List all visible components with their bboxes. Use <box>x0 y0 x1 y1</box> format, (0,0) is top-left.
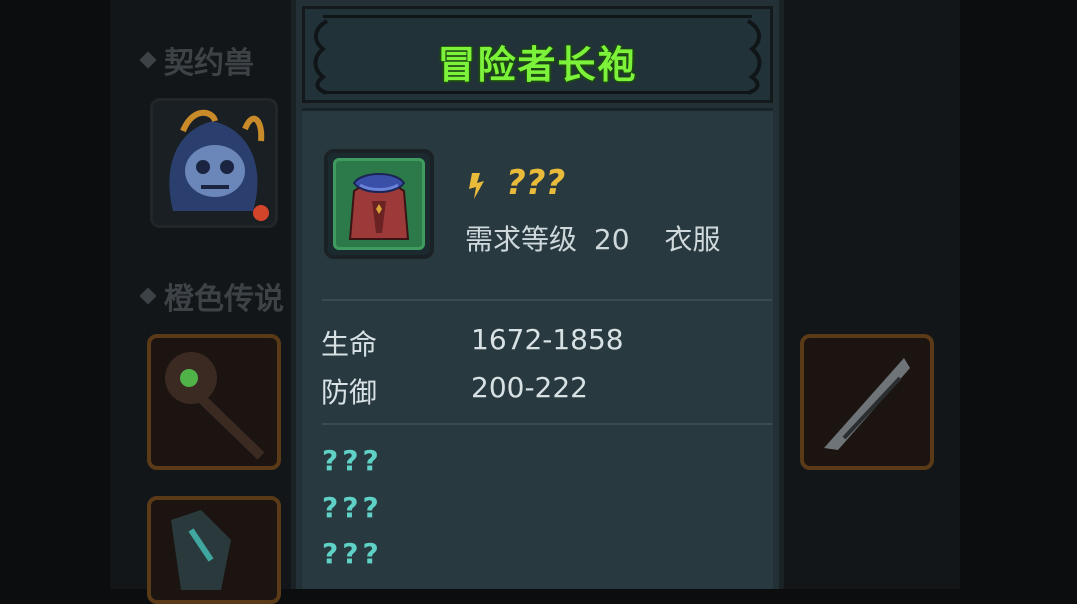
item-icon-background <box>333 158 425 250</box>
item-quality-text: ??? <box>506 163 566 203</box>
requirement-line: 需求等级 20 衣服 <box>465 218 720 258</box>
stat-name: 生命 <box>321 328 378 361</box>
section-header-label: 契约兽 <box>164 46 254 81</box>
section-header-contract-beast: 契约兽 <box>139 38 254 82</box>
item-tooltip-popup: 冒险者长袍 ??? 需求等级 20 衣服 生命 1672-1858 防御 200… <box>291 0 784 589</box>
staff-weapon-icon <box>165 352 265 460</box>
legendary-item-slot-blade[interactable] <box>800 334 934 470</box>
required-level-value: 20 <box>593 223 630 256</box>
stat-row: 防御 200-222 <box>321 371 588 411</box>
legendary-item-slot-staff[interactable] <box>147 334 281 470</box>
section-header-label: 橙色传说 <box>164 282 284 317</box>
item-name-title: 冒险者长袍 <box>437 43 638 87</box>
divider-line <box>322 423 772 425</box>
stat-name: 防御 <box>321 376 378 409</box>
section-header-legendary: 橙色传说 <box>139 274 284 318</box>
stat-value: 200-222 <box>471 371 588 404</box>
unknown-affix: ??? <box>322 491 383 524</box>
diamond-bullet-icon <box>139 287 157 305</box>
beast-portrait-icon <box>169 109 269 221</box>
legendary-item-slot-armor[interactable] <box>147 496 281 604</box>
divider-line <box>322 299 772 301</box>
item-type: 衣服 <box>664 223 721 256</box>
stat-row: 生命 1672-1858 <box>321 323 624 363</box>
item-icon-frame <box>324 149 434 259</box>
required-level-label: 需求等级 <box>465 223 578 256</box>
tooltip-body: ??? 需求等级 20 衣服 生命 1672-1858 防御 200-222 ?… <box>302 108 773 589</box>
unknown-affix: ??? <box>322 444 383 477</box>
tooltip-title-bar: 冒险者长袍 <box>302 6 773 103</box>
armor-piece-icon <box>171 510 231 590</box>
stat-value: 1672-1858 <box>471 323 624 356</box>
contract-beast-slot[interactable] <box>150 98 278 228</box>
diamond-bullet-icon <box>139 51 157 69</box>
unknown-affix: ??? <box>322 537 383 570</box>
class-glyph-icon <box>469 173 484 199</box>
blade-weapon-icon <box>824 358 910 450</box>
robe-icon <box>348 173 410 240</box>
